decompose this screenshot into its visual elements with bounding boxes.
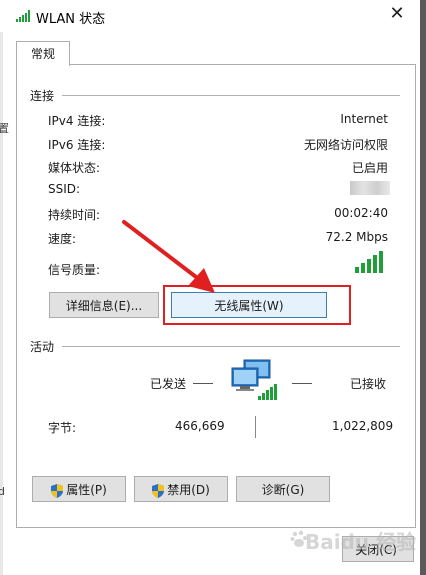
properties-button[interactable]: 属性(P) <box>32 476 126 502</box>
ipv6-value: 无网络访问权限 <box>303 138 388 152</box>
wlan-status-window: 置 d WLAN 状态 ✕ 常规 连接 IPv4 连接: Internet IP… <box>0 0 426 575</box>
wifi-signal-icon <box>16 10 30 22</box>
speed-value: 72.2 Mbps <box>325 230 388 244</box>
tab-general[interactable]: 常规 <box>16 41 70 66</box>
group-divider <box>62 346 400 347</box>
bytes-sent-value: 466,669 <box>175 419 225 433</box>
signal-quality-label: 信号质量: <box>48 263 101 277</box>
bytes-received-value: 1,022,809 <box>332 419 394 433</box>
connection-group-label: 连接 <box>30 87 59 104</box>
duration-value: 00:02:40 <box>334 206 388 220</box>
ipv6-label: IPv6 连接: <box>48 138 106 152</box>
received-dash <box>292 383 312 384</box>
close-icon[interactable]: ✕ <box>386 3 408 25</box>
disable-button-label: 禁用(D) <box>167 483 210 497</box>
background-text-fragment: d <box>0 485 5 498</box>
media-state-value: 已启用 <box>351 161 388 175</box>
sent-label: 已发送 <box>150 377 187 391</box>
ipv4-value: Internet <box>340 112 388 126</box>
ssid-label: SSID: <box>48 182 81 196</box>
shield-icon <box>51 483 64 498</box>
signal-strength-icon <box>355 251 383 273</box>
shield-icon <box>152 483 165 498</box>
activity-group-label: 活动 <box>30 338 59 355</box>
bytes-separator <box>255 416 256 438</box>
ssid-value-redacted <box>350 181 390 195</box>
received-label: 已接收 <box>350 377 387 391</box>
properties-button-label: 属性(P) <box>66 483 107 497</box>
title-bar: WLAN 状态 ✕ <box>0 0 420 32</box>
network-computers-icon <box>231 359 277 400</box>
window-title: WLAN 状态 <box>36 12 106 27</box>
duration-label: 持续时间: <box>48 208 101 222</box>
disable-button[interactable]: 禁用(D) <box>134 476 228 502</box>
background-window-edge-right <box>420 0 426 575</box>
bytes-label: 字节: <box>48 421 77 435</box>
speed-label: 速度: <box>48 232 77 246</box>
red-highlight-box <box>163 285 351 325</box>
details-button[interactable]: 详细信息(E)... <box>49 292 159 318</box>
diagnose-button[interactable]: 诊断(G) <box>236 476 330 502</box>
sent-dash <box>193 383 213 384</box>
ipv4-label: IPv4 连接: <box>48 114 106 128</box>
media-state-label: 媒体状态: <box>48 161 101 175</box>
group-divider <box>62 95 400 96</box>
background-window-edge: 置 d <box>0 0 9 575</box>
watermark-text: Baidu 经验 <box>305 530 417 554</box>
background-text-fragment: 置 <box>0 122 9 135</box>
